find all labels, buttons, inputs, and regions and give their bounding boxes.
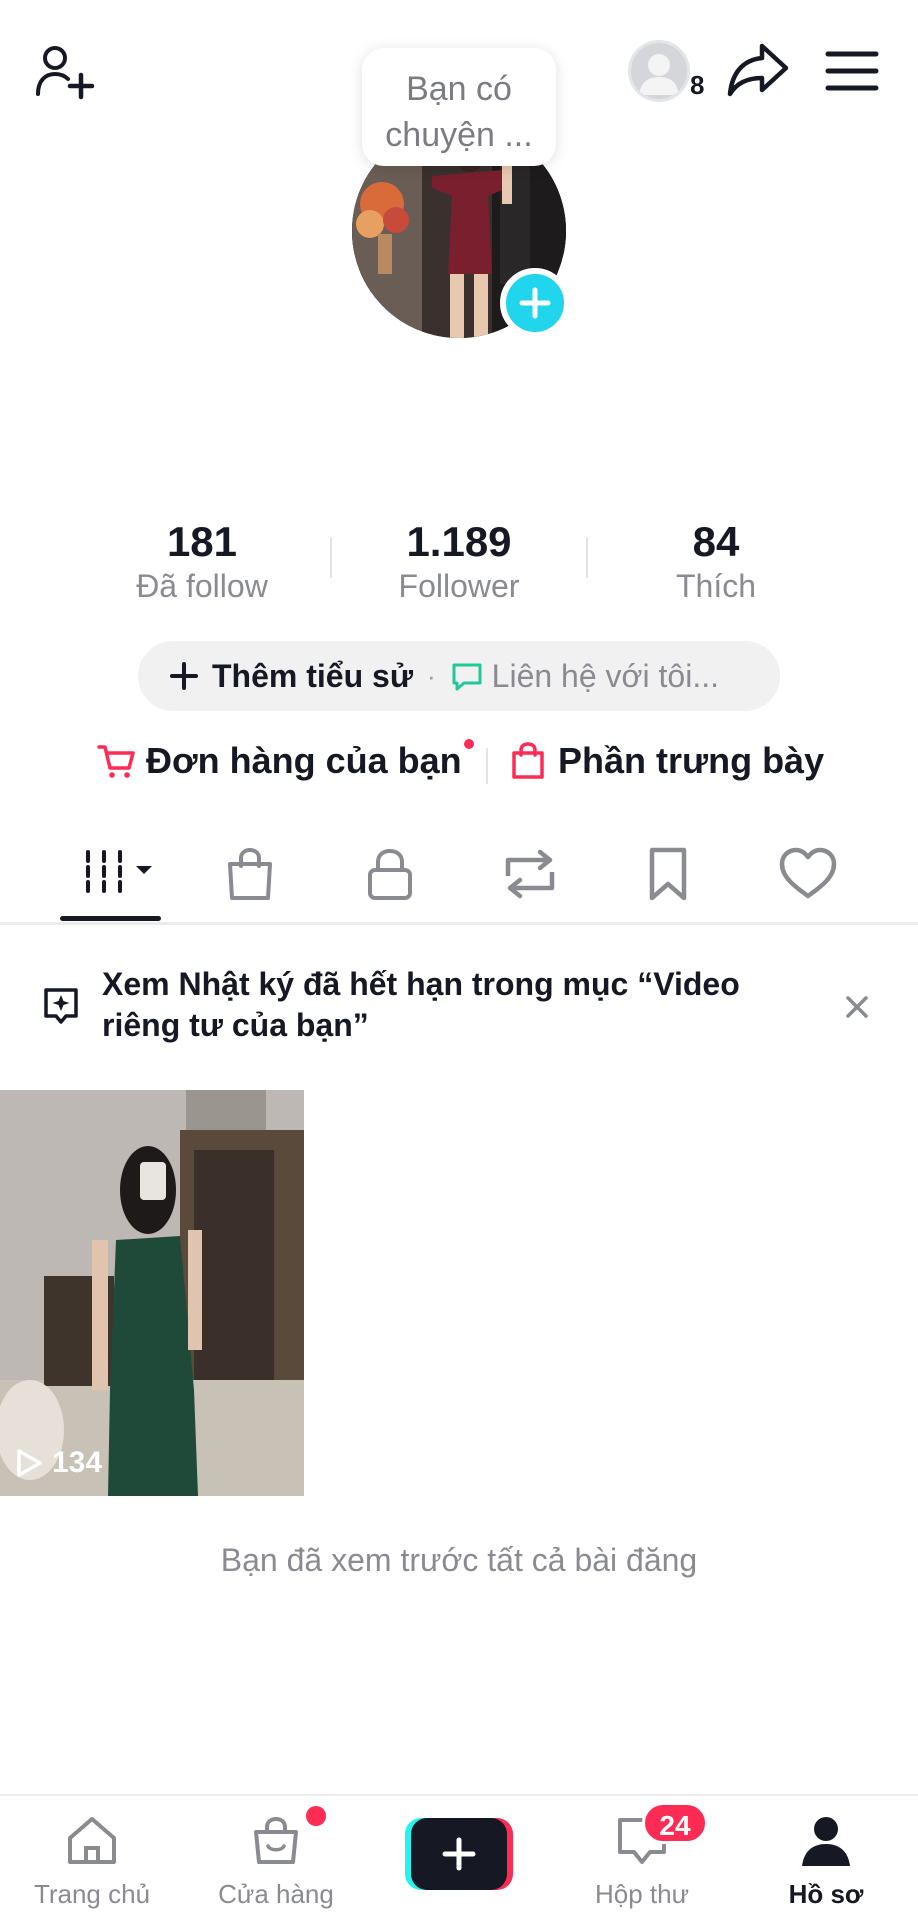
tab-shop[interactable] (214, 842, 286, 906)
note-bubble-line2: chuyện ... (385, 116, 533, 154)
tabs-divider (0, 922, 918, 925)
tab-private[interactable] (354, 842, 426, 906)
nav-home[interactable]: Trang chủ (2, 1814, 182, 1910)
profile-icon (802, 1817, 850, 1866)
visitor-count: 8 (690, 70, 705, 100)
followers-count: 1.189 (406, 518, 512, 565)
bookmark-icon (649, 847, 687, 901)
followers-label: Follower (398, 568, 520, 604)
add-bio-label: Thêm tiểu sử (212, 657, 413, 694)
contact-button[interactable]: Liên hệ với tôi... (450, 658, 719, 695)
shop-divider (486, 748, 488, 784)
close-icon[interactable] (842, 992, 872, 1027)
grid-dropdown-icon (86, 850, 152, 894)
nav-shop-label: Cửa hàng (218, 1879, 334, 1909)
following-label: Đã follow (136, 568, 268, 604)
tab-reposts[interactable] (494, 842, 566, 906)
orders-label: Đơn hàng của bạn (146, 740, 462, 781)
share-icon[interactable] (726, 38, 790, 100)
nav-shop[interactable]: Cửa hàng (186, 1814, 366, 1910)
video-views: 134 (14, 1446, 102, 1480)
repost-icon (505, 849, 555, 899)
orders-link[interactable]: Đơn hàng của bạn (96, 739, 474, 782)
tab-videos[interactable] (80, 842, 152, 906)
bio-separator: · (426, 660, 436, 691)
tab-saved[interactable] (632, 842, 704, 906)
likes-count: 84 (692, 518, 740, 565)
tab-liked[interactable] (772, 842, 844, 906)
bottom-nav: Trang chủ Cửa hàng Hộp thư 24 Hồ sơ (0, 1794, 918, 1920)
menu-icon[interactable] (822, 48, 882, 94)
plus-icon (170, 662, 198, 690)
video-views-count: 134 (52, 1446, 103, 1479)
lock-icon (368, 848, 412, 900)
cart-icon (97, 745, 135, 778)
stat-divider (330, 538, 332, 578)
stat-followers[interactable]: 1.189 Follower (349, 518, 569, 605)
following-count: 181 (166, 518, 238, 565)
showcase-link[interactable]: Phần trưng bày (510, 740, 824, 782)
video-thumbnail[interactable] (0, 1090, 304, 1496)
heart-icon (779, 847, 837, 899)
nav-profile[interactable]: Hồ sơ (736, 1814, 916, 1910)
bio-pill: Thêm tiểu sử · Liên hệ với tôi... (138, 641, 780, 711)
profile-visitors[interactable]: 8 (628, 40, 710, 106)
note-bubble[interactable]: Bạn có chuyện ... (362, 48, 556, 166)
add-avatar-button[interactable] (500, 268, 570, 338)
bag-icon (228, 847, 272, 900)
chat-bubble-icon (452, 663, 482, 691)
end-of-posts-message: Bạn đã xem trước tất cả bài đăng (220, 1542, 698, 1578)
active-tab-indicator (60, 916, 161, 921)
nav-inbox-label: Hộp thư (594, 1879, 689, 1909)
create-button[interactable] (405, 1818, 513, 1890)
add-bio-button[interactable]: Thêm tiểu sử (168, 658, 413, 695)
notification-dot (463, 739, 474, 749)
nav-profile-label: Hồ sơ (788, 1879, 864, 1909)
likes-label: Thích (675, 568, 757, 604)
nav-home-label: Trang chủ (33, 1879, 151, 1909)
visitor-avatar (628, 40, 690, 102)
shopping-bag-icon (512, 742, 544, 779)
plus-create-icon (405, 1818, 513, 1890)
stat-following[interactable]: 181 Đã follow (92, 518, 312, 605)
play-icon (17, 1449, 42, 1477)
note-bubble-line1: Bạn có (406, 70, 512, 108)
showcase-label: Phần trưng bày (558, 740, 825, 781)
shop-bag-icon (254, 1816, 298, 1864)
stat-divider (586, 538, 588, 578)
diary-banner-text[interactable]: Xem Nhật ký đã hết hạn trong mục “Video … (102, 964, 802, 1046)
diary-sparkle-icon (40, 986, 82, 1031)
stat-likes[interactable]: 84 Thích (606, 518, 826, 605)
contact-label: Liên hệ với tôi... (491, 657, 719, 694)
inbox-badge: 24 (642, 1802, 708, 1844)
shop-notification-dot (306, 1806, 326, 1826)
add-friend-icon[interactable] (34, 42, 98, 102)
home-icon (68, 1817, 116, 1864)
